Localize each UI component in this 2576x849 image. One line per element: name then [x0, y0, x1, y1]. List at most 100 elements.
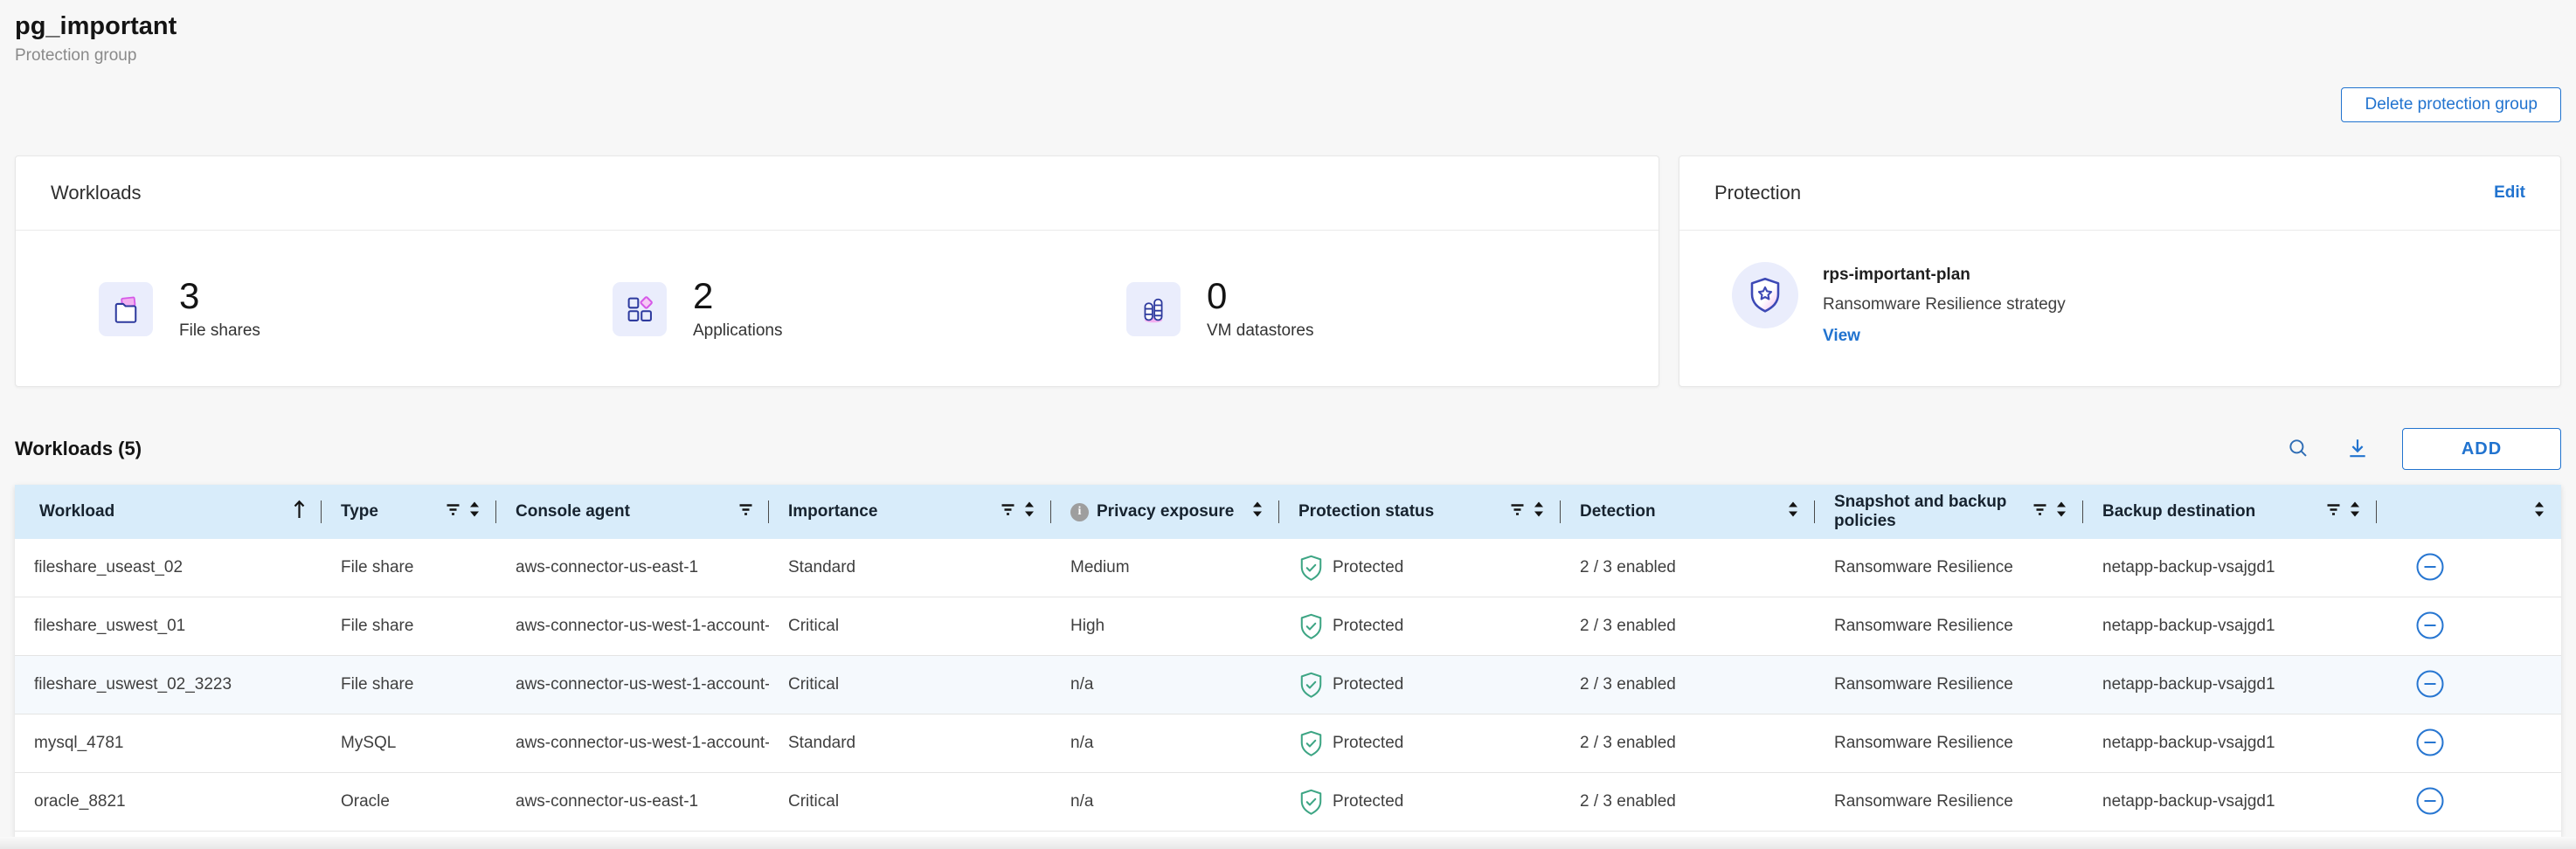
cell-privacy-exposure: n/a [1051, 656, 1279, 714]
cell-console-agent: aws-connector-us-east-1 [496, 773, 769, 831]
filter-icon[interactable] [1510, 502, 1525, 521]
table-row[interactable]: fileshare_uswest_02_3223 File share aws-… [15, 656, 2561, 714]
table-row[interactable]: oracle_8821 Oracle aws-connector-us-east… [15, 773, 2561, 832]
view-plan-link[interactable]: View [1823, 327, 1860, 346]
workloads-card-title: Workloads [51, 182, 142, 204]
cell-workload: fileshare_uswest_01 [15, 597, 322, 655]
cell-type: MySQL [322, 714, 496, 772]
cell-workload: oracle_8821 [15, 773, 322, 831]
column-header-snapshot-policies[interactable]: Snapshot and backup policies [1815, 485, 2083, 539]
cell-detection: 2 / 3 enabled [1561, 714, 1815, 772]
filter-icon[interactable] [738, 502, 753, 521]
column-header-protection-status[interactable]: Protection status [1279, 485, 1561, 539]
column-header-actions[interactable] [2377, 485, 2561, 539]
minus-circle-icon [2415, 552, 2445, 584]
search-icon [2287, 437, 2309, 462]
remove-workload-button[interactable] [2415, 669, 2445, 701]
cell-protection-status: Protected [1279, 773, 1561, 831]
table-section-header: Workloads (5) ADD [15, 427, 2561, 471]
filter-icon[interactable] [446, 502, 460, 521]
delete-protection-group-button[interactable]: Delete protection group [2341, 87, 2561, 122]
applications-icon [613, 282, 667, 336]
plan-description: Ransomware Resilience strategy [1823, 295, 2066, 314]
add-workload-button[interactable]: ADD [2402, 428, 2561, 470]
table-row[interactable]: mysql_4781 MySQL aws-connector-us-west-1… [15, 714, 2561, 773]
cell-type: Oracle [322, 773, 496, 831]
edit-protection-link[interactable]: Edit [2494, 183, 2525, 203]
cell-privacy-exposure: High [1051, 597, 1279, 655]
stat-vm-datastores: 0 VM datastores [1126, 278, 1640, 341]
stat-file-shares: 3 File shares [99, 278, 613, 341]
search-button[interactable] [2283, 433, 2313, 466]
download-icon [2346, 437, 2369, 462]
cell-importance: Standard [769, 539, 1051, 597]
cell-detection: 2 / 3 enabled [1561, 656, 1815, 714]
cell-console-agent: aws-connector-us-west-1-account-... [496, 656, 769, 714]
cell-actions [2377, 539, 2561, 597]
remove-workload-button[interactable] [2415, 611, 2445, 643]
cell-importance: Critical [769, 773, 1051, 831]
table-row[interactable]: fileshare_uswest_01 File share aws-conne… [15, 597, 2561, 656]
cell-console-agent: aws-connector-us-west-1-account-... [496, 597, 769, 655]
cell-policies: Ransomware Resilience [1815, 656, 2083, 714]
sort-icon[interactable] [2055, 500, 2067, 523]
column-header-console-agent[interactable]: Console agent [496, 485, 769, 539]
column-header-importance[interactable]: Importance [769, 485, 1051, 539]
column-header-workload[interactable]: Workload [15, 485, 322, 539]
table-section-title: Workloads (5) [15, 438, 142, 460]
cell-console-agent: aws-connector-us-east-1 [496, 539, 769, 597]
cell-workload: mysql_4781 [15, 714, 322, 772]
cell-backup-destination: netapp-backup-vsajgd1 [2083, 714, 2377, 772]
cell-importance: Critical [769, 656, 1051, 714]
page-subtitle: Protection group [15, 46, 2561, 66]
cell-protection-status: Protected [1279, 656, 1561, 714]
cell-importance: Critical [769, 597, 1051, 655]
info-icon[interactable]: i [1070, 503, 1089, 521]
remove-workload-button[interactable] [2415, 552, 2445, 584]
sort-icon[interactable] [1787, 500, 1799, 523]
bottom-shadow [0, 837, 2576, 849]
vm-datastores-label: VM datastores [1207, 321, 1314, 341]
cell-policies: Ransomware Resilience [1815, 773, 2083, 831]
sort-icon[interactable] [2349, 500, 2361, 523]
filter-icon[interactable] [2326, 502, 2341, 521]
minus-circle-icon [2415, 728, 2445, 760]
minus-circle-icon [2415, 786, 2445, 818]
table-body: fileshare_useast_02 File share aws-conne… [15, 539, 2561, 832]
filter-icon[interactable] [2032, 502, 2047, 521]
download-button[interactable] [2343, 433, 2372, 466]
table-header-row: Workload Type Console agent Importance [15, 485, 2561, 539]
cell-type: File share [322, 656, 496, 714]
cell-privacy-exposure: n/a [1051, 773, 1279, 831]
cell-protection-status: Protected [1279, 539, 1561, 597]
column-header-backup-destination[interactable]: Backup destination [2083, 485, 2377, 539]
protected-shield-icon [1298, 730, 1324, 757]
sort-icon[interactable] [2533, 500, 2545, 523]
cell-detection: 2 / 3 enabled [1561, 597, 1815, 655]
sort-icon[interactable] [1023, 500, 1035, 523]
protected-shield-icon [1298, 555, 1324, 582]
remove-workload-button[interactable] [2415, 786, 2445, 818]
protection-card-title: Protection [1714, 182, 1801, 204]
stat-applications: 2 Applications [613, 278, 1126, 341]
sort-icon[interactable] [1251, 500, 1264, 523]
cell-detection: 2 / 3 enabled [1561, 539, 1815, 597]
sort-icon[interactable] [468, 500, 481, 523]
cell-protection-status: Protected [1279, 714, 1561, 772]
filter-icon[interactable] [1001, 502, 1015, 521]
column-header-type[interactable]: Type [322, 485, 496, 539]
cell-privacy-exposure: Medium [1051, 539, 1279, 597]
sort-icon[interactable] [1533, 500, 1545, 523]
remove-workload-button[interactable] [2415, 728, 2445, 760]
sort-asc-icon[interactable] [293, 499, 306, 525]
cell-console-agent: aws-connector-us-west-1-account-... [496, 714, 769, 772]
page-header: pg_important Protection group [0, 0, 2576, 66]
column-header-detection[interactable]: Detection [1561, 485, 1815, 539]
cell-backup-destination: netapp-backup-vsajgd1 [2083, 656, 2377, 714]
table-row[interactable]: fileshare_useast_02 File share aws-conne… [15, 539, 2561, 597]
cell-importance: Standard [769, 714, 1051, 772]
minus-circle-icon [2415, 611, 2445, 643]
column-header-privacy-exposure[interactable]: i Privacy exposure [1051, 485, 1279, 539]
cell-backup-destination: netapp-backup-vsajgd1 [2083, 773, 2377, 831]
summary-cards: Workloads 3 File shares [15, 155, 2561, 387]
